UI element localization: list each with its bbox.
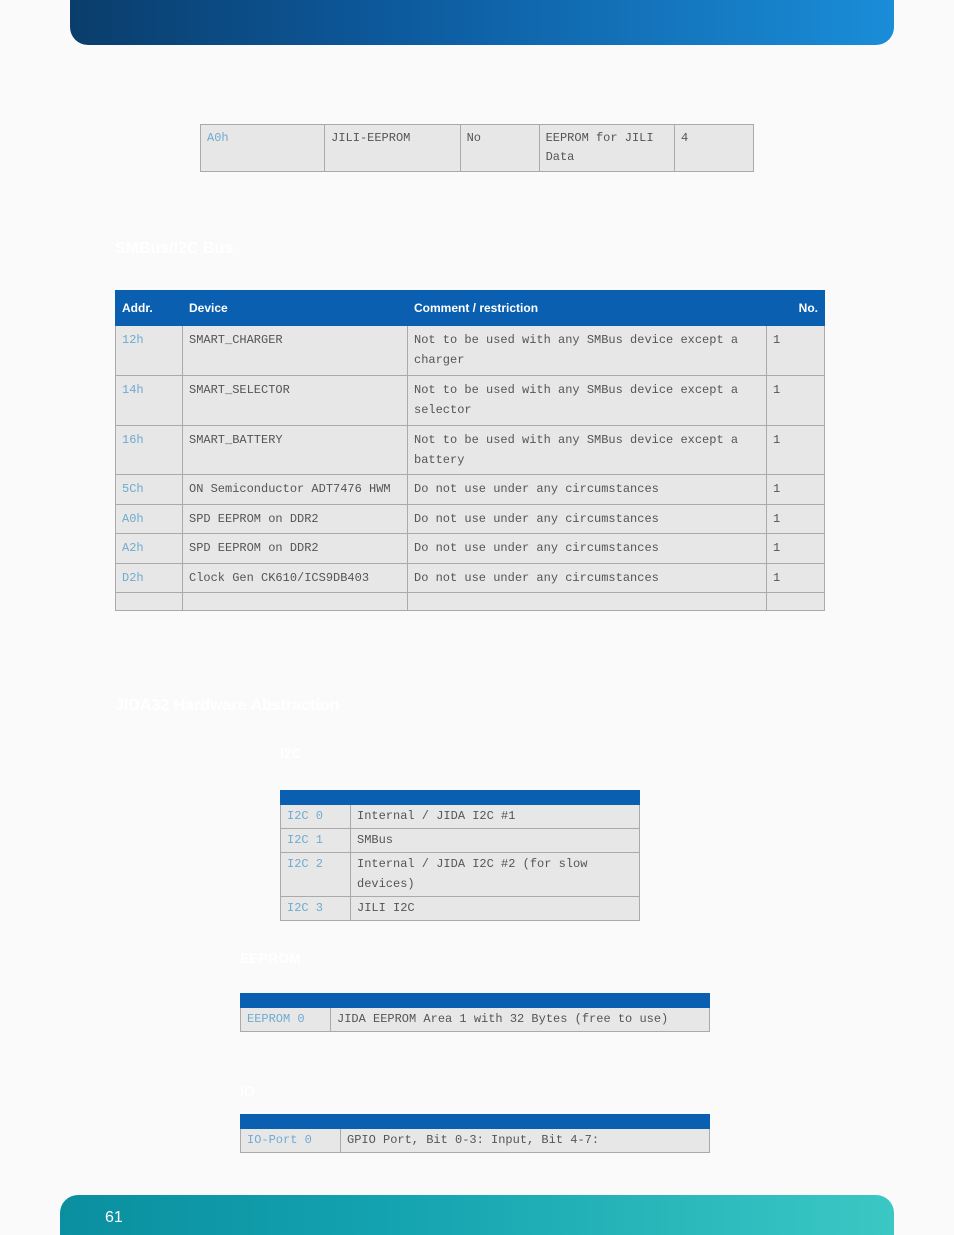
cell-key: I2C 1 [281, 829, 351, 853]
cell-val: Internal / JIDA I2C #1 [351, 805, 640, 829]
cell-val: JILI I2C [351, 896, 640, 920]
cell-device: SMART_BATTERY [183, 425, 408, 475]
table-header-row: Addr. Device Comment / restriction No. [116, 291, 825, 326]
cell-val: Internal / JIDA I2C #2 (for slow devices… [351, 853, 640, 896]
table-io: IO-Port 0 GPIO Port, Bit 0-3: Input, Bit… [240, 1114, 710, 1153]
cell-device: SPD EEPROM on DDR2 [183, 534, 408, 563]
page-number: 61 [105, 1209, 123, 1227]
cell-key: I2C 3 [281, 896, 351, 920]
cell-num: 1 [767, 375, 825, 425]
table-eeprom-small: A0h JILI-EEPROM No EEPROM for JILI Data … [200, 124, 754, 172]
th-val [341, 1115, 710, 1129]
cell-empty [767, 592, 825, 610]
th-val [331, 994, 710, 1008]
table-row: I2C 3 JILI I2C [281, 896, 640, 920]
cell-addr: A2h [116, 534, 183, 563]
cell-val: GPIO Port, Bit 0-3: Input, Bit 4-7: [341, 1129, 710, 1153]
table-row: I2C 1 SMBus [281, 829, 640, 853]
th-val [351, 791, 640, 805]
cell-addr: 14h [116, 375, 183, 425]
table-row: A0h JILI-EEPROM No EEPROM for JILI Data … [201, 125, 754, 172]
cell-device: SPD EEPROM on DDR2 [183, 504, 408, 533]
cell-device: ON Semiconductor ADT7476 HWM [183, 475, 408, 504]
cell-num: 1 [767, 563, 825, 592]
cell-empty [116, 592, 183, 610]
subheading-io: IO [240, 1083, 255, 1099]
cell-empty [408, 592, 767, 610]
table-header-row [241, 1115, 710, 1129]
cell-addr: 16h [116, 425, 183, 475]
table-i2c: I2C 0 Internal / JIDA I2C #1 I2C 1 SMBus… [280, 790, 640, 921]
table-eeprom: EEPROM 0 JIDA EEPROM Area 1 with 32 Byte… [240, 993, 710, 1032]
cell-comment: Not to be used with any SMBus device exc… [408, 375, 767, 425]
cell-comment: Do not use under any circumstances [408, 534, 767, 563]
cell-addr: A0h [201, 125, 325, 172]
table-header-row [281, 791, 640, 805]
cell-empty [183, 592, 408, 610]
th-key [241, 1115, 341, 1129]
cell-device: SMART_SELECTOR [183, 375, 408, 425]
table-row: I2C 2 Internal / JIDA I2C #2 (for slow d… [281, 853, 640, 896]
cell-num: 1 [767, 475, 825, 504]
table-row: EEPROM 0 JIDA EEPROM Area 1 with 32 Byte… [241, 1008, 710, 1032]
cell-comment: Do not use under any circumstances [408, 504, 767, 533]
table-row: A0h SPD EEPROM on DDR2 Do not use under … [116, 504, 825, 533]
cell-addr: A0h [116, 504, 183, 533]
cell-comment: Do not use under any circumstances [408, 475, 767, 504]
cell-device: JILI-EEPROM [325, 125, 460, 172]
cell-num: 1 [767, 326, 825, 376]
table-row: IO-Port 0 GPIO Port, Bit 0-3: Input, Bit… [241, 1129, 710, 1153]
th-num: No. [767, 291, 825, 326]
table-row: 5Ch ON Semiconductor ADT7476 HWM Do not … [116, 475, 825, 504]
table-row: A2h SPD EEPROM on DDR2 Do not use under … [116, 534, 825, 563]
heading-smbus: SMBus/I2C Bus [115, 240, 233, 258]
cell-assigned: No [460, 125, 539, 172]
table-row: 16h SMART_BATTERY Not to be used with an… [116, 425, 825, 475]
cell-num: 1 [767, 504, 825, 533]
cell-val: JIDA EEPROM Area 1 with 32 Bytes (free t… [331, 1008, 710, 1032]
table-row: 14h SMART_SELECTOR Not to be used with a… [116, 375, 825, 425]
cell-num: 1 [767, 534, 825, 563]
table-row: 12h SMART_CHARGER Not to be used with an… [116, 326, 825, 376]
cell-key: IO-Port 0 [241, 1129, 341, 1153]
heading-jida: JIDA32 Hardware Abstraction [115, 697, 339, 715]
cell-key: I2C 0 [281, 805, 351, 829]
cell-comment: Not to be used with any SMBus device exc… [408, 326, 767, 376]
th-device: Device [183, 291, 408, 326]
cell-addr: D2h [116, 563, 183, 592]
cell-comment: Do not use under any circumstances [408, 563, 767, 592]
cell-key: EEPROM 0 [241, 1008, 331, 1032]
th-comment: Comment / restriction [408, 291, 767, 326]
bottom-banner [60, 1195, 894, 1235]
th-addr: Addr. [116, 291, 183, 326]
table-header-row [241, 994, 710, 1008]
cell-desc: EEPROM for JILI Data [539, 125, 674, 172]
subheading-eeprom: EEPROM [240, 950, 301, 966]
cell-addr: 5Ch [116, 475, 183, 504]
table-smbus: Addr. Device Comment / restriction No. 1… [115, 290, 825, 611]
table-row-empty [116, 592, 825, 610]
cell-addr: 12h [116, 326, 183, 376]
cell-num: 4 [674, 125, 753, 172]
cell-num: 1 [767, 425, 825, 475]
cell-comment: Not to be used with any SMBus device exc… [408, 425, 767, 475]
th-key [281, 791, 351, 805]
cell-val: SMBus [351, 829, 640, 853]
cell-device: Clock Gen CK610/ICS9DB403 [183, 563, 408, 592]
cell-device: SMART_CHARGER [183, 326, 408, 376]
subheading-i2c: I2C [280, 745, 302, 761]
cell-key: I2C 2 [281, 853, 351, 896]
table-row: D2h Clock Gen CK610/ICS9DB403 Do not use… [116, 563, 825, 592]
table-row: I2C 0 Internal / JIDA I2C #1 [281, 805, 640, 829]
th-key [241, 994, 331, 1008]
top-banner [70, 0, 894, 45]
